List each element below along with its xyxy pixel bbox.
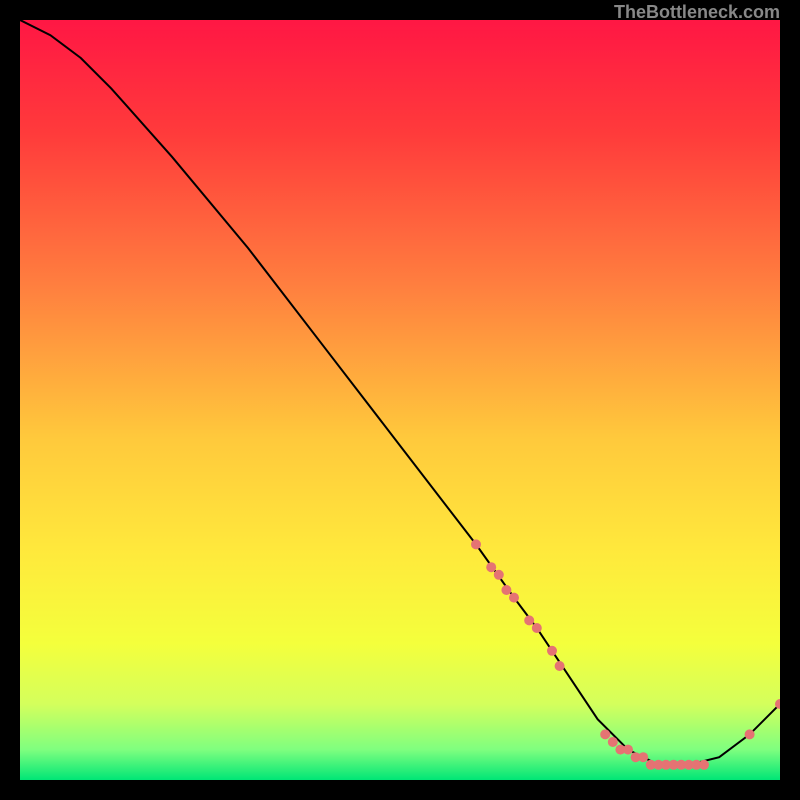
scatter-point [501,585,511,595]
watermark-text: TheBottleneck.com [614,2,780,23]
bottleneck-curve [20,20,780,765]
scatter-point [608,737,618,747]
scatter-point [638,752,648,762]
scatter-point [494,570,504,580]
scatter-point [524,615,534,625]
chart-svg [20,20,780,780]
scatter-point [745,729,755,739]
scatter-point [600,729,610,739]
scatter-point [486,562,496,572]
chart-container [20,20,780,780]
scatter-point [555,661,565,671]
scatter-point [471,539,481,549]
scatter-point [532,623,542,633]
scatter-point [547,646,557,656]
scatter-markers [471,539,780,769]
scatter-point [509,593,519,603]
scatter-point [699,760,709,770]
scatter-point [623,745,633,755]
